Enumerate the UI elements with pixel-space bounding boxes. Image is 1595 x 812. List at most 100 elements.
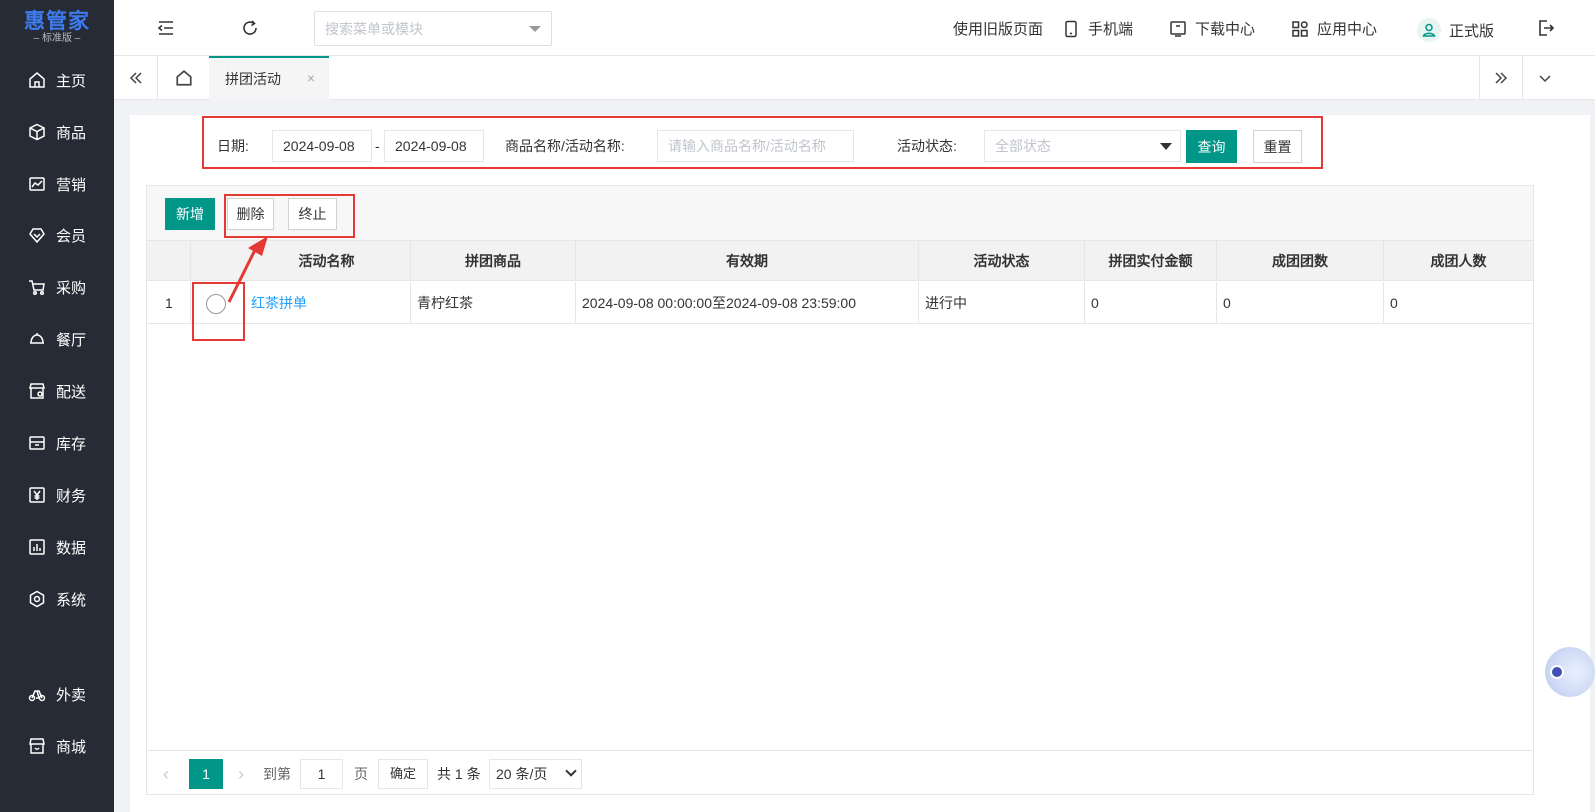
user-avatar-icon xyxy=(1417,18,1441,42)
inbox-icon xyxy=(29,436,45,450)
goto-label: 到第 xyxy=(263,766,291,782)
goto-page-input[interactable]: 1 xyxy=(300,759,343,789)
header-people: 成团人数 xyxy=(1430,253,1487,269)
collapse-menu-icon[interactable] xyxy=(156,18,176,38)
menu-search-input[interactable] xyxy=(315,12,515,45)
mobile-link[interactable]: 手机端 xyxy=(1062,18,1133,39)
tab-group-buying[interactable]: 拼团活动 × xyxy=(209,56,329,100)
assistant-dot-icon xyxy=(1550,665,1564,679)
app-center-link[interactable]: 应用中心 xyxy=(1291,18,1377,39)
logo: 惠管家 – 标准版 – xyxy=(0,0,114,56)
chevron-down-icon xyxy=(1539,75,1551,83)
tabs-menu-button[interactable] xyxy=(1523,56,1567,100)
refresh-icon[interactable] xyxy=(240,18,260,38)
sidebar-item-label: 商品 xyxy=(56,124,87,142)
home-icon xyxy=(29,72,45,88)
sidebar: 惠管家 – 标准版 – 主页 商品 营销 会员 采购 餐厅 配送 库存 财务 数… xyxy=(0,0,114,812)
yen-icon xyxy=(29,487,45,503)
settings-icon xyxy=(29,590,45,608)
sidebar-item-restaurant[interactable]: 餐厅 xyxy=(0,319,114,359)
tab-label: 拼团活动 xyxy=(225,71,281,87)
sidebar-item-takeaway[interactable]: 外卖 xyxy=(0,674,114,714)
download-center-link[interactable]: 下载中心 xyxy=(1169,18,1255,39)
sidebar-item-delivery[interactable]: 配送 xyxy=(0,371,114,411)
next-page-icon[interactable]: › xyxy=(238,759,244,789)
annotation-arrow-icon xyxy=(227,236,268,303)
box-icon xyxy=(29,123,45,141)
tabs-scroll-right-button[interactable] xyxy=(1479,56,1523,100)
old-version-link[interactable]: 使用旧版页面 xyxy=(953,18,1043,39)
bike-icon xyxy=(28,690,46,702)
sidebar-item-member[interactable]: 会员 xyxy=(0,215,114,255)
sidebar-item-label: 主页 xyxy=(56,72,87,90)
sidebar-item-inventory[interactable]: 库存 xyxy=(0,423,114,463)
cell-amount: 0 xyxy=(1085,282,1217,324)
page-size-select[interactable]: 20 条/页 xyxy=(489,759,582,789)
tab-bar: 拼团活动 × xyxy=(114,56,1595,100)
sidebar-item-label: 配送 xyxy=(56,383,87,401)
activity-table: 新增 删除 终止 活动名称 拼团商品 有效期 活动状态 拼团实付金额 成团团数 … xyxy=(146,185,1534,795)
page-1-button[interactable]: 1 xyxy=(189,759,223,789)
sidebar-item-data[interactable]: 数据 xyxy=(0,527,114,567)
page-unit-label: 页 xyxy=(354,766,368,782)
cell-groups: 0 xyxy=(1217,282,1384,324)
sidebar-item-label: 库存 xyxy=(56,435,87,453)
cell-status: 进行中 xyxy=(919,282,1085,324)
old-version-label: 使用旧版页面 xyxy=(953,21,1044,38)
cloche-icon xyxy=(30,333,44,344)
header-status: 活动状态 xyxy=(919,241,1085,281)
home-icon xyxy=(175,70,192,86)
sidebar-item-label: 餐厅 xyxy=(56,331,87,349)
cell-product: 青柠红茶 xyxy=(411,282,576,324)
bar-chart-icon xyxy=(29,539,45,555)
sidebar-item-label: 会员 xyxy=(56,227,87,245)
filter-highlight-box xyxy=(202,116,1323,169)
chevron-down-icon xyxy=(529,26,541,32)
sidebar-item-label: 数据 xyxy=(56,539,87,557)
goto-confirm-button[interactable]: 确定 xyxy=(378,759,428,789)
sidebar-item-mall[interactable]: 商城 xyxy=(0,726,114,766)
account-label: 正式版 xyxy=(1449,22,1495,40)
sidebar-item-label: 采购 xyxy=(56,279,87,297)
header-period: 有效期 xyxy=(576,241,919,281)
account-link[interactable]: 正式版 xyxy=(1417,18,1494,42)
mobile-label: 手机端 xyxy=(1088,21,1134,38)
cell-period: 2024-09-08 00:00:00至2024-09-08 23:59:00 xyxy=(576,282,919,324)
sidebar-item-label: 系统 xyxy=(56,591,87,609)
shop-icon xyxy=(29,383,45,399)
tabs-scroll-left-button[interactable] xyxy=(114,56,158,100)
sidebar-item-goods[interactable]: 商品 xyxy=(0,112,114,152)
prev-page-icon[interactable]: ‹ xyxy=(163,759,169,789)
sidebar-item-home[interactable]: 主页 xyxy=(0,60,114,100)
header-index xyxy=(147,241,191,281)
double-chevron-right-icon xyxy=(1495,72,1508,84)
header-amount: 拼团实付金额 xyxy=(1085,241,1217,281)
menu-search-select[interactable] xyxy=(314,11,552,46)
sidebar-item-marketing[interactable]: 营销 xyxy=(0,164,114,204)
sidebar-item-purchase[interactable]: 采购 xyxy=(0,267,114,307)
phone-icon xyxy=(1065,20,1077,37)
sidebar-item-system[interactable]: 系统 xyxy=(0,579,114,619)
sidebar-item-label: 商城 xyxy=(56,738,87,756)
header-product: 拼团商品 xyxy=(411,241,576,281)
download-center-label: 下载中心 xyxy=(1195,21,1256,38)
logout-icon[interactable] xyxy=(1536,18,1556,38)
edition-label: – 标准版 – xyxy=(33,33,81,44)
total-count: 共 1 条 xyxy=(437,766,481,782)
header-groups: 成团团数 xyxy=(1217,241,1384,281)
table-header: 活动名称 拼团商品 有效期 活动状态 拼团实付金额 成团团数 成团人数 xyxy=(147,241,1533,281)
sidebar-item-finance[interactable]: 财务 xyxy=(0,475,114,515)
chart-icon xyxy=(29,177,45,191)
diamond-icon xyxy=(29,228,45,244)
table-row[interactable]: 1 红茶拼单 青柠红茶 2024-09-08 00:00:00至2024-09-… xyxy=(147,282,1533,324)
chevron-down-icon xyxy=(565,765,577,777)
close-icon[interactable]: × xyxy=(307,70,315,86)
cell-people: 0 xyxy=(1390,295,1398,311)
apps-icon xyxy=(1292,20,1308,37)
app-center-label: 应用中心 xyxy=(1317,21,1378,38)
add-button[interactable]: 新增 xyxy=(165,198,215,230)
monitor-icon xyxy=(1170,20,1186,37)
tab-home[interactable] xyxy=(158,56,210,100)
store-icon xyxy=(29,738,45,754)
floating-assistant-button[interactable] xyxy=(1545,647,1595,697)
